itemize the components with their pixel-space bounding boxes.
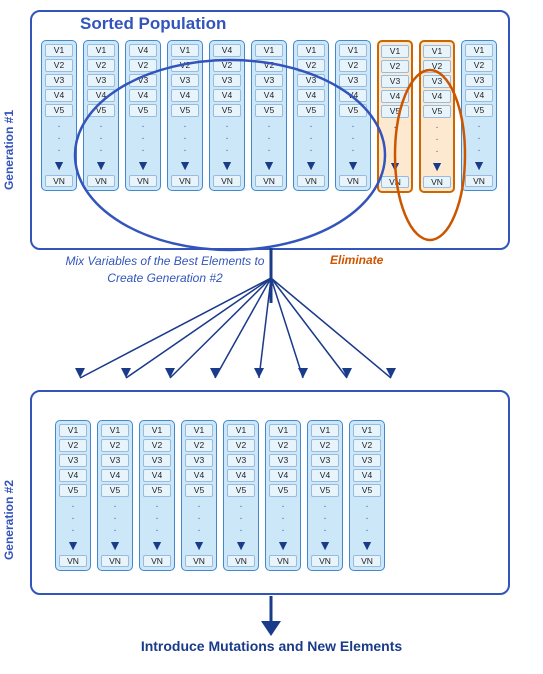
- chromosome-col: V1V2V3V4V5...▼VN: [334, 40, 372, 191]
- chromosome-col: V1V2V3V4V5...▼VN: [40, 40, 78, 191]
- gen2-columns-row: V1V2V3V4V5...▼VNV1V2V3V4V5...▼VNV1V2V3V4…: [54, 420, 386, 571]
- sorted-population-title: Sorted Population: [80, 14, 226, 34]
- chromosome-col: V1V2V3V4V5...▼VN: [292, 40, 330, 191]
- chromosome-col: V1V2V3V4V5...▼VN: [418, 40, 456, 193]
- chromosome-col: V1V2V3V4V5...▼VN: [222, 420, 260, 571]
- main-container: Generation #1 Sorted Population V1V2V3V4…: [0, 0, 543, 674]
- mutations-text: Introduce Mutations and New Elements: [141, 638, 402, 654]
- chromosome-col: V1V2V3V4V5...▼VN: [264, 420, 302, 571]
- chromosome-col: V4V2V3V4V5...▼VN: [124, 40, 162, 191]
- chromosome-col: V1V2V3V4V5...▼VN: [348, 420, 386, 571]
- chromosome-col: V1V2V3V4V5...▼VN: [82, 40, 120, 191]
- gen1-columns-row: V1V2V3V4V5...▼VNV1V2V3V4V5...▼VNV4V2V3V4…: [40, 40, 498, 193]
- gen1-label: Generation #1: [2, 110, 32, 190]
- chromosome-col: V1V2V3V4V5...▼VN: [54, 420, 92, 571]
- fan-arrows-svg: [0, 248, 543, 398]
- chromosome-col: V1V2V3V4V5...▼VN: [166, 40, 204, 191]
- chromosome-col: V4V2V3V4V5...▼VN: [208, 40, 246, 191]
- chromosome-col: V1V2V3V4V5...▼VN: [96, 420, 134, 571]
- gen2-label: Generation #2: [2, 480, 32, 560]
- chromosome-col: V1V2V3V4V5...▼VN: [138, 420, 176, 571]
- chromosome-col: V1V2V3V4V5...▼VN: [306, 420, 344, 571]
- chromosome-col: V1V2V3V4V5...▼VN: [250, 40, 288, 191]
- chromosome-col: V1V2V3V4V5...▼VN: [460, 40, 498, 191]
- chromosome-col: V1V2V3V4V5...▼VN: [180, 420, 218, 571]
- bottom-arrow-svg: [0, 596, 543, 641]
- chromosome-col: V1V2V3V4V5...▼VN: [376, 40, 414, 193]
